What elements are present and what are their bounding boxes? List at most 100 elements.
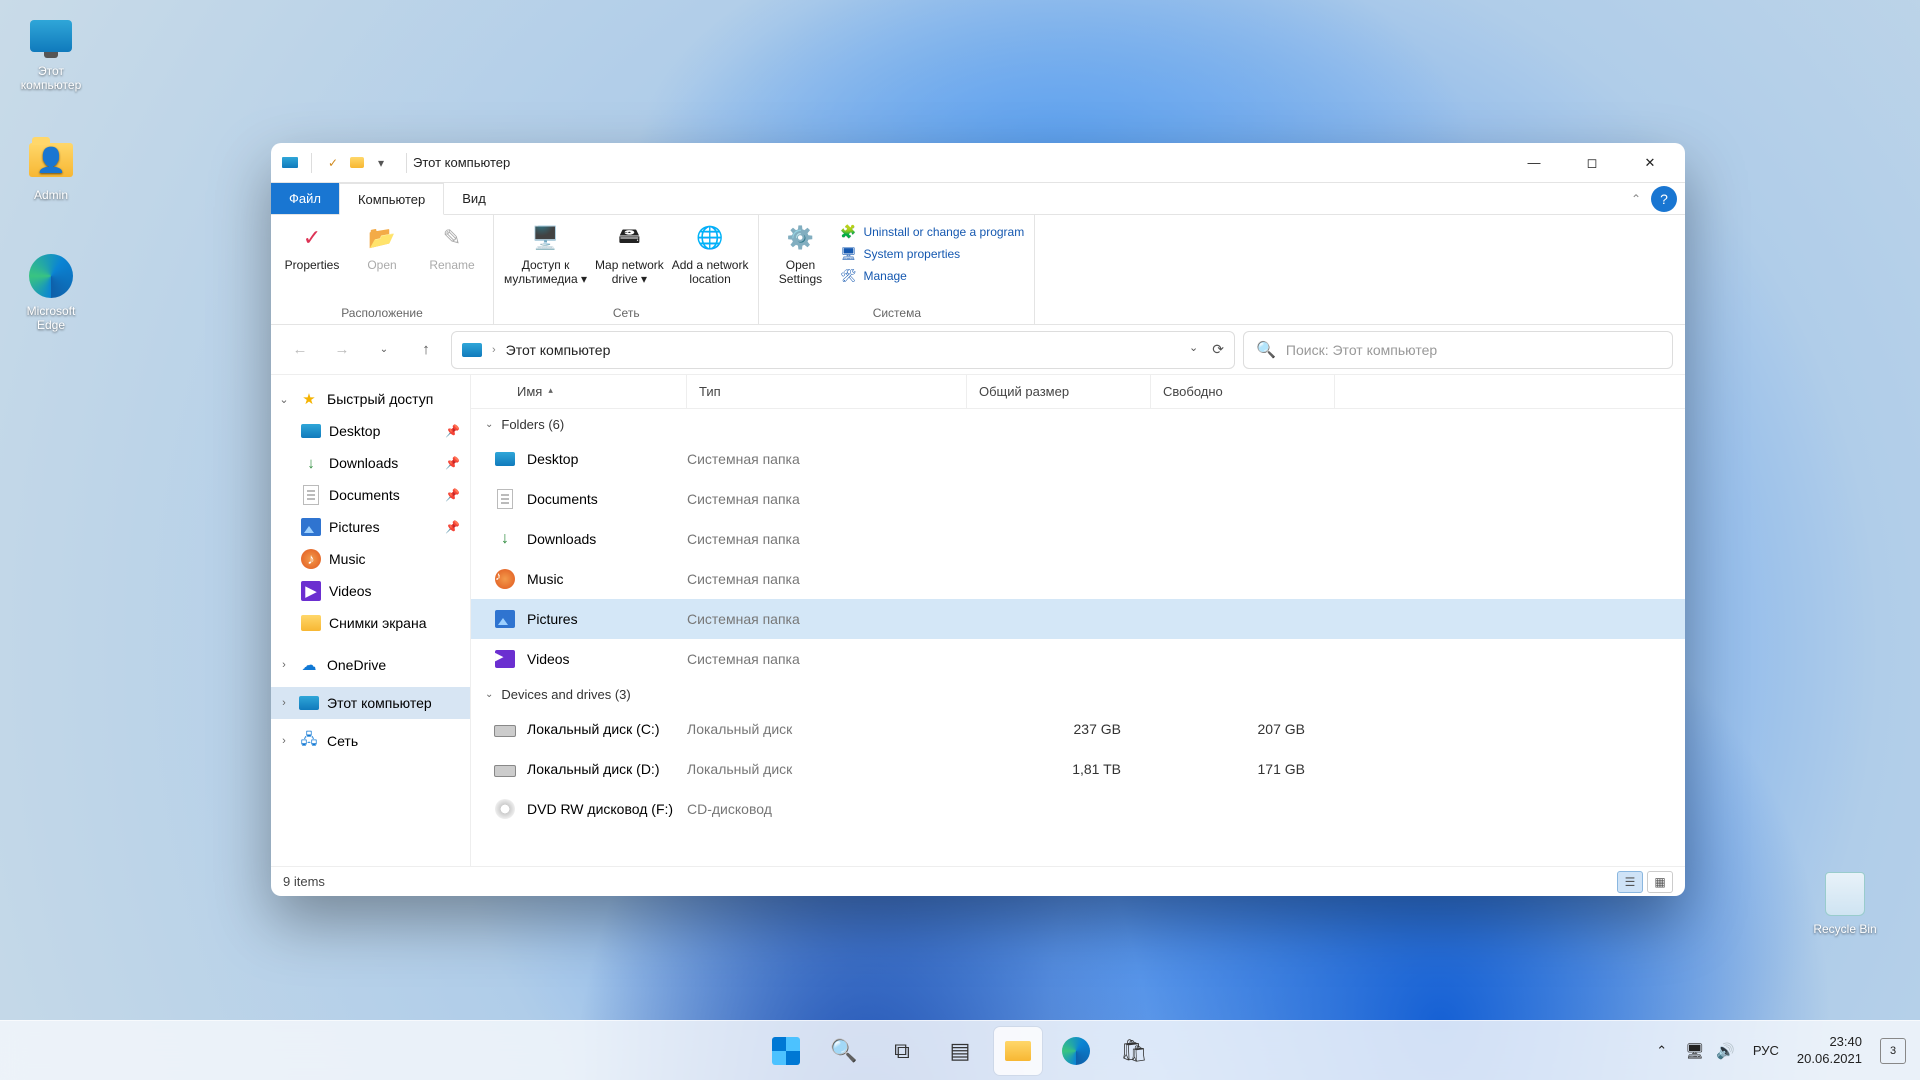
properties-icon: ✓: [295, 221, 329, 255]
search-input[interactable]: [1286, 342, 1660, 358]
taskbar-edge[interactable]: [1052, 1027, 1100, 1075]
maximize-button[interactable]: ◻: [1563, 143, 1621, 183]
nav-up[interactable]: ↑: [409, 333, 443, 367]
help-icon[interactable]: ?: [1651, 186, 1677, 212]
nav-forward[interactable]: →: [325, 333, 359, 367]
desktop-icon-admin[interactable]: 👤 Admin: [6, 136, 96, 202]
tray-language[interactable]: РУС: [1753, 1043, 1779, 1058]
taskbar[interactable]: 🔍 ⧉ ▤ 🛍 ⌃ 🖥 🔊 РУС 23:40 20.06.2021 3: [0, 1020, 1920, 1080]
down-icon: ↓: [493, 527, 517, 551]
sidebar-onedrive[interactable]: ›☁OneDrive: [271, 649, 470, 681]
folder-row[interactable]: DesktopСистемная папка: [471, 439, 1685, 479]
tray-monitor-icon[interactable]: 🖥: [1685, 1042, 1704, 1060]
folder-row[interactable]: PicturesСистемная папка: [471, 599, 1685, 639]
ribbon-collapse-icon[interactable]: ⌃: [1631, 192, 1641, 206]
taskbar-search[interactable]: 🔍: [820, 1027, 868, 1075]
column-type[interactable]: Тип: [687, 375, 967, 408]
address-dropdown-icon[interactable]: ⌄: [1189, 341, 1198, 358]
group-header[interactable]: ⌄Devices and drives (3): [471, 679, 1685, 709]
tab-computer[interactable]: Компьютер: [339, 183, 444, 215]
column-free-space[interactable]: Свободно: [1151, 375, 1335, 408]
navigation-pane[interactable]: ⌄★Быстрый доступ Desktop📌 ↓Downloads📌 Do…: [271, 375, 471, 866]
breadcrumb[interactable]: Этот компьютер: [506, 342, 611, 358]
tab-file[interactable]: Файл: [271, 183, 339, 214]
windows-logo-icon: [772, 1037, 800, 1065]
close-button[interactable]: ✕: [1621, 143, 1679, 183]
sidebar-downloads[interactable]: ↓Downloads📌: [271, 447, 470, 479]
sidebar-pictures[interactable]: Pictures📌: [271, 511, 470, 543]
ribbon-rename[interactable]: ✎Rename: [421, 219, 483, 272]
folder-row[interactable]: ♪MusicСистемная папка: [471, 559, 1685, 599]
search-box[interactable]: 🔍: [1243, 331, 1673, 369]
window-title: Этот компьютер: [413, 155, 510, 170]
desktop-icon-label: Admin: [6, 188, 96, 202]
drive-row[interactable]: Локальный диск (D:)Локальный диск1,81 TB…: [471, 749, 1685, 789]
view-large-icons-button[interactable]: ▦: [1647, 871, 1673, 893]
sidebar-documents[interactable]: Documents📌: [271, 479, 470, 511]
start-button[interactable]: [762, 1027, 810, 1075]
qat-properties-icon[interactable]: ✓: [324, 154, 342, 172]
taskbar-store[interactable]: 🛍: [1110, 1027, 1158, 1075]
tray-notifications[interactable]: 3: [1880, 1038, 1906, 1064]
address-bar[interactable]: › Этот компьютер ⌄ ⟳: [451, 331, 1235, 369]
ribbon-open-settings[interactable]: ⚙️Open Settings: [769, 219, 831, 286]
ribbon-uninstall[interactable]: 🧩Uninstall or change a program: [839, 223, 1024, 241]
taskbar-task-view[interactable]: ⧉: [878, 1027, 926, 1075]
sidebar-desktop[interactable]: Desktop📌: [271, 415, 470, 447]
tray-overflow-icon[interactable]: ⌃: [1656, 1043, 1667, 1059]
file-explorer-window: ✓ ▾ Этот компьютер — ◻ ✕ Файл Компьютер …: [271, 143, 1685, 896]
sidebar-this-pc[interactable]: ›Этот компьютер: [271, 687, 470, 719]
ribbon-media-access[interactable]: 🖥️Доступ к мультимедиа ▾: [504, 219, 587, 286]
sidebar-network[interactable]: ›🖧Сеть: [271, 725, 470, 757]
folder-row[interactable]: ↓DownloadsСистемная папка: [471, 519, 1685, 559]
nav-history-dropdown[interactable]: ⌄: [367, 333, 401, 367]
group-header[interactable]: ⌄Folders (6): [471, 409, 1685, 439]
qat-customize-icon[interactable]: ▾: [372, 154, 390, 172]
document-icon: [303, 485, 319, 505]
column-total-size[interactable]: Общий размер: [967, 375, 1151, 408]
drive-row[interactable]: DVD RW дисковод (F:)CD-дисковод: [471, 789, 1685, 829]
sidebar-screenshots[interactable]: Снимки экрана: [271, 607, 470, 639]
folder-icon: [301, 615, 321, 631]
folder-row[interactable]: ▶VideosСистемная папка: [471, 639, 1685, 679]
tray-volume-icon[interactable]: 🔊: [1716, 1042, 1735, 1060]
ribbon-system-properties[interactable]: 🖥System properties: [839, 245, 1024, 263]
pictures-icon: [301, 518, 321, 536]
videos-icon: ▶: [301, 581, 321, 601]
ribbon-properties[interactable]: ✓Properties: [281, 219, 343, 272]
network-drive-icon: 🖴: [612, 221, 646, 255]
sidebar-videos[interactable]: ▶Videos: [271, 575, 470, 607]
column-name[interactable]: Имя: [471, 375, 687, 408]
download-icon: ↓: [301, 453, 321, 473]
qat-newfolder-icon[interactable]: [348, 154, 366, 172]
chevron-right-icon: ›: [492, 344, 496, 356]
ribbon-open[interactable]: 📂Open: [351, 219, 413, 272]
manage-icon: 🛠: [839, 267, 857, 285]
taskbar-widgets[interactable]: ▤: [936, 1027, 984, 1075]
desktop-icon-edge[interactable]: Microsoft Edge: [6, 252, 96, 332]
item-list[interactable]: ⌄Folders (6)DesktopСистемная папкаDocume…: [471, 409, 1685, 866]
desktop-icon-this-pc[interactable]: Этот компьютер: [6, 12, 96, 92]
ribbon-map-drive[interactable]: 🖴Map network drive ▾: [595, 219, 664, 286]
tray-clock[interactable]: 23:40 20.06.2021: [1797, 1034, 1862, 1067]
ribbon-manage[interactable]: 🛠Manage: [839, 267, 1024, 285]
taskbar-explorer[interactable]: [994, 1027, 1042, 1075]
desktop-icon-recycle-bin[interactable]: Recycle Bin: [1800, 870, 1890, 936]
ribbon-add-network[interactable]: 🌐Add a network location: [672, 219, 749, 286]
add-network-icon: 🌐: [693, 221, 727, 255]
desktop-icon-label: Recycle Bin: [1800, 922, 1890, 936]
sidebar-quick-access[interactable]: ⌄★Быстрый доступ: [271, 383, 470, 415]
ribbon-group-label: Сеть: [504, 304, 748, 322]
titlebar[interactable]: ✓ ▾ Этот компьютер — ◻ ✕: [271, 143, 1685, 183]
tab-view[interactable]: Вид: [444, 183, 504, 214]
uninstall-icon: 🧩: [839, 223, 857, 241]
view-details-button[interactable]: ☰: [1617, 871, 1643, 893]
system-menu-icon[interactable]: [281, 154, 299, 172]
sidebar-music[interactable]: ♪Music: [271, 543, 470, 575]
folder-row[interactable]: DocumentsСистемная папка: [471, 479, 1685, 519]
refresh-icon[interactable]: ⟳: [1212, 341, 1224, 358]
doc-icon: [493, 487, 517, 511]
drive-row[interactable]: Локальный диск (C:)Локальный диск237 GB2…: [471, 709, 1685, 749]
nav-back[interactable]: ←: [283, 333, 317, 367]
minimize-button[interactable]: —: [1505, 143, 1563, 183]
